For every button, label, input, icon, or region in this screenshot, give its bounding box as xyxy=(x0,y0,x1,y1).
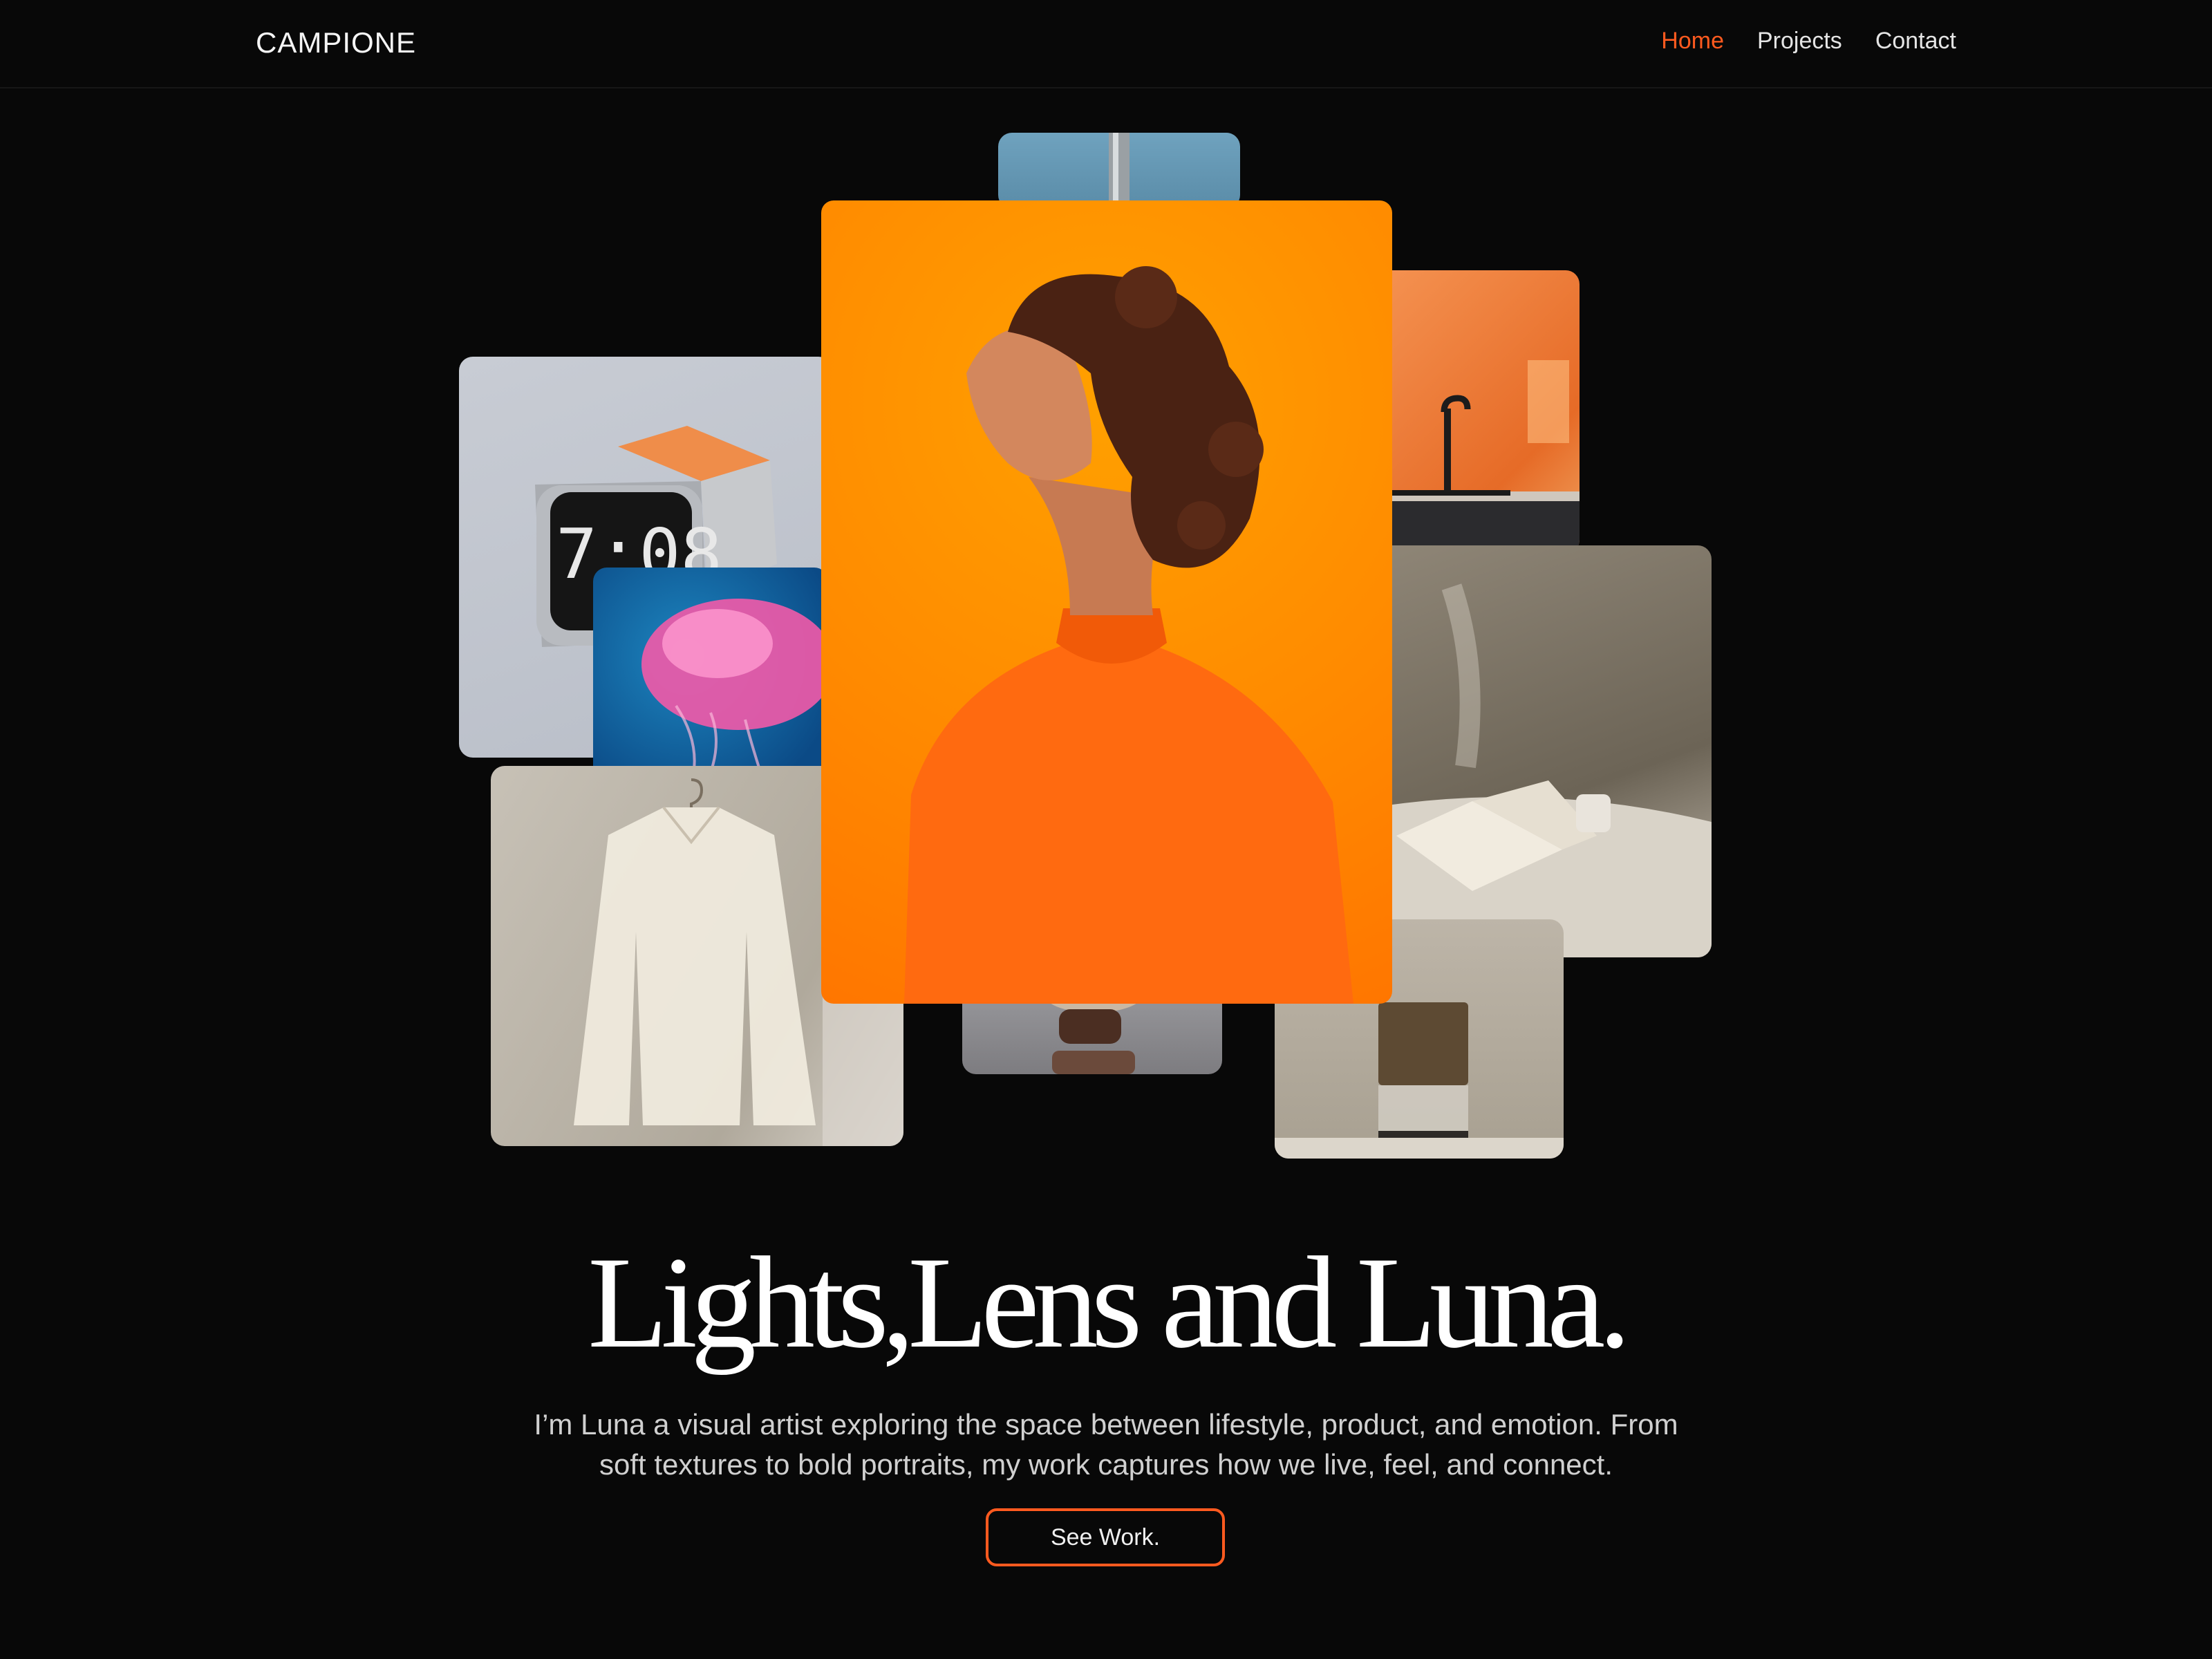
nav-links: Home Projects Contact xyxy=(1661,28,1956,55)
nav-link-home[interactable]: Home xyxy=(1661,28,1724,55)
top-nav: CAMPIONE Home Projects Contact xyxy=(0,0,2212,88)
photo-book-coffee[interactable] xyxy=(1369,545,1712,957)
see-work-button[interactable]: See Work. xyxy=(986,1508,1225,1566)
hero-subtitle: I’m Luna a visual artist exploring the s… xyxy=(484,1405,1728,1485)
nav-link-contact[interactable]: Contact xyxy=(1875,28,1956,55)
photo-jellyfish[interactable] xyxy=(593,568,828,789)
photo-bottle[interactable] xyxy=(998,133,1240,209)
page: CAMPIONE Home Projects Contact 7:08 Ligh… xyxy=(0,0,2212,1659)
nav-link-projects[interactable]: Projects xyxy=(1757,28,1842,55)
brand-logo[interactable]: CAMPIONE xyxy=(256,26,416,59)
hero-title: Lights,Lens and Luna. xyxy=(588,1230,1631,1376)
hero-subtitle-line-1: I’m Luna a visual artist exploring the s… xyxy=(534,1408,1678,1441)
photo-portrait-orange[interactable] xyxy=(821,200,1392,1004)
hero-subtitle-line-2: soft textures to bold portraits, my work… xyxy=(599,1448,1613,1481)
photo-kitchen[interactable] xyxy=(1372,270,1580,554)
